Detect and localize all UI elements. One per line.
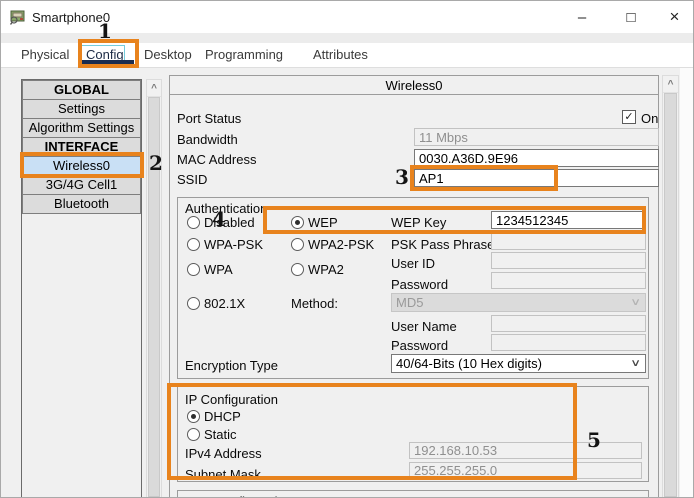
bandwidth-field [414,128,659,146]
close-icon: × [669,7,680,26]
ip-configuration-title: IP Configuration [185,392,278,407]
port-status-checkbox[interactable]: ✓ [622,110,636,124]
wep-key-label: WEP Key [391,215,447,230]
maximize-icon: □ [626,8,636,26]
close-button[interactable]: × [654,1,693,33]
psk-pass-phrase-field [491,233,646,250]
mac-address-label: MAC Address [177,152,257,167]
method-select: MD5 ∨ [391,293,646,312]
radio-disabled[interactable] [187,216,200,229]
radio-wpa2-label[interactable]: WPA2 [308,262,344,277]
annotation-step-2: 2 [149,151,163,175]
chevron-down-icon: ∨ [629,297,641,308]
password2-label: Password [391,338,449,353]
subnet-mask-field [409,462,642,479]
encryption-type-label: Encryption Type [185,358,278,373]
radio-dhcp[interactable] [187,410,200,423]
annotation-step-4: 4 [212,207,226,231]
password-field [491,272,646,289]
encryption-type-select[interactable]: 40/64-Bits (10 Hex digits) ∨ [391,354,646,373]
sidebar-header-global: GLOBAL [22,80,141,100]
radio-wpa-psk[interactable] [187,238,200,251]
sidebar-item-settings[interactable]: Settings [22,99,141,119]
minimize-button[interactable]: – [559,1,605,33]
radio-wpa-label[interactable]: WPA [204,262,233,277]
device-config-window: Smartphone0 – □ × Physical Config Deskto… [0,0,694,498]
bandwidth-label: Bandwidth [177,132,238,147]
config-tab-underline [82,60,134,67]
radio-wpa[interactable] [187,263,200,276]
ssid-label: SSID [177,172,208,187]
password-label: Password [391,277,449,292]
radio-static-label[interactable]: Static [204,427,237,442]
mac-address-field[interactable] [414,149,659,167]
port-status-label: Port Status [177,111,242,126]
ssid-field[interactable] [414,169,659,187]
chevron-down-icon: ∨ [629,358,641,369]
user-id-field [491,252,646,269]
radio-802-1x[interactable] [187,297,200,310]
app-icon [10,10,25,25]
sidebar-item-bluetooth[interactable]: Bluetooth [22,194,141,214]
sidebar-item-wireless0[interactable]: Wireless0 [22,156,141,176]
radio-wep-label[interactable]: WEP [308,215,338,230]
port-status-on-label: On [641,111,659,126]
tab-attributes[interactable]: Attributes [313,47,368,62]
tab-programming[interactable]: Programming [205,47,283,62]
sidebar-header-interface: INTERFACE [22,137,141,157]
scroll-up-icon[interactable]: ^ [147,80,161,97]
tab-desktop[interactable]: Desktop [144,47,192,62]
radio-wpa2-psk-label[interactable]: WPA2-PSK [308,237,374,252]
encryption-type-value: 40/64-Bits (10 Hex digits) [396,356,542,371]
scroll-up-icon[interactable]: ^ [663,76,678,93]
radio-wpa2-psk[interactable] [291,238,304,251]
subnet-mask-label: Subnet Mask [185,467,261,482]
sidebar-item-3g4g-cell1[interactable]: 3G/4G Cell1 [22,175,141,195]
annotation-step-5: 5 [587,428,601,452]
method-value: MD5 [396,295,424,310]
user-name-label: User Name [391,319,457,334]
user-name-field [491,315,646,332]
authentication-title: Authentication [185,201,268,216]
minimize-icon: – [577,8,587,26]
radio-wpa-psk-label[interactable]: WPA-PSK [204,237,263,252]
maximize-button[interactable]: □ [608,1,654,33]
radio-dhcp-label[interactable]: DHCP [204,409,241,424]
tab-physical[interactable]: Physical [21,47,69,62]
psk-pass-phrase-label: PSK Pass Phrase [391,237,495,252]
sidebar: GLOBAL Settings Algorithm Settings INTER… [21,79,142,497]
password2-field [491,334,646,351]
ipv4-address-label: IPv4 Address [185,446,262,461]
user-id-label: User ID [391,256,436,271]
panel-title: Wireless0 [169,76,659,95]
main-scrollbar-thumb[interactable] [664,93,677,497]
check-icon: ✓ [624,110,634,123]
annotation-step-1: 1 [98,19,112,43]
sidebar-scrollbar[interactable]: ^ [146,79,162,497]
radio-802-1x-label[interactable]: 802.1X [204,296,245,311]
radio-wep[interactable] [291,216,304,229]
sidebar-item-algorithm-settings[interactable]: Algorithm Settings [22,118,141,138]
ipv4-address-field [409,442,642,459]
annotation-step-3: 3 [395,165,409,189]
right-margin [680,68,693,497]
wep-key-field[interactable] [491,211,646,229]
ipv6-configuration-title: IPv6 Configuration [185,494,292,497]
radio-wpa2[interactable] [291,263,304,276]
main-scrollbar[interactable]: ^ [662,75,679,497]
method-label: Method: [291,296,338,311]
radio-static[interactable] [187,428,200,441]
